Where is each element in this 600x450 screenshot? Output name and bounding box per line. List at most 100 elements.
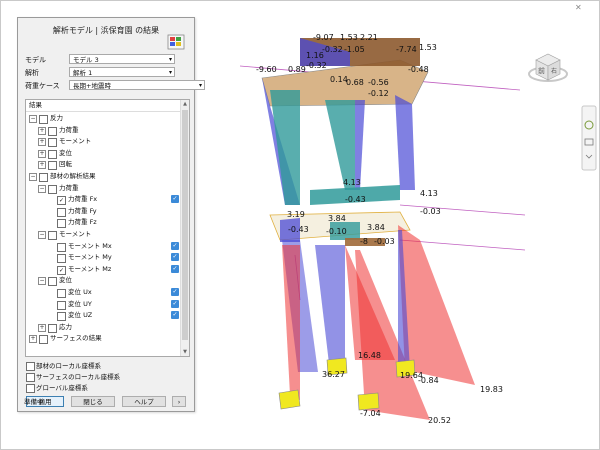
- tree-item[interactable]: − モーメント: [26, 229, 181, 240]
- checkbox[interactable]: [39, 115, 48, 124]
- display-toggle-icon[interactable]: ✓: [171, 264, 179, 273]
- analysis-select[interactable]: 解析 1 ▾: [69, 67, 175, 77]
- model-select[interactable]: モデル 3 ▾: [69, 54, 175, 64]
- checkbox[interactable]: [57, 300, 66, 310]
- checkbox[interactable]: [39, 335, 48, 345]
- tree-item-label: モーメント My: [68, 253, 112, 262]
- value-label: 0.89: [288, 65, 306, 74]
- expand-icon[interactable]: +: [29, 335, 37, 344]
- display-toggle-icon[interactable]: ✓: [171, 299, 179, 308]
- checkbox[interactable]: [57, 312, 66, 322]
- tree-item[interactable]: − 反力: [26, 113, 181, 124]
- display-toggle-icon[interactable]: ✓: [171, 253, 179, 262]
- tree-item[interactable]: − 部材の解析結果: [26, 171, 181, 182]
- value-label: -0.03: [420, 207, 441, 216]
- tree-item[interactable]: + 変位: [26, 148, 181, 159]
- expand-icon[interactable]: +: [38, 149, 46, 158]
- tree-item-label: 変位: [59, 148, 72, 157]
- tree-item[interactable]: 変位 UY ✓: [26, 299, 181, 310]
- value-label: -0.03: [374, 237, 395, 246]
- tree-item[interactable]: − 変位: [26, 275, 181, 287]
- expand-icon[interactable]: +: [38, 161, 46, 170]
- tree-item[interactable]: + 力荷重: [26, 125, 181, 136]
- tree-item-label: モーメント Mz: [68, 264, 112, 273]
- tree-item[interactable]: + 回転: [26, 159, 181, 171]
- scroll-down-icon[interactable]: ▼: [181, 348, 189, 356]
- more-button[interactable]: ›: [172, 396, 186, 407]
- checkbox[interactable]: [57, 242, 66, 252]
- value-label: -0.32: [306, 61, 327, 70]
- chevron-down-icon: ▾: [168, 69, 172, 76]
- tree-header: 結果: [26, 100, 184, 112]
- tree-item-label: 変位 UY: [68, 299, 92, 308]
- collapse-icon[interactable]: −: [38, 277, 46, 286]
- checkbox[interactable]: [39, 173, 48, 182]
- collapse-icon[interactable]: −: [29, 115, 37, 123]
- value-label: -0.32: [322, 45, 343, 54]
- checkbox[interactable]: [48, 231, 57, 240]
- checkbox[interactable]: [57, 254, 66, 264]
- checkbox[interactable]: [48, 161, 57, 171]
- checkbox[interactable]: [48, 323, 57, 333]
- results-settings-icon[interactable]: [166, 32, 188, 54]
- display-toggle-icon[interactable]: ✓: [171, 241, 179, 250]
- tree-item[interactable]: 変位 UZ ✓: [26, 310, 181, 322]
- checkbox[interactable]: ✓: [57, 265, 66, 275]
- tree-item-label: モーメント Mx: [68, 241, 112, 250]
- expand-icon[interactable]: +: [38, 323, 46, 332]
- tree-item-label: 変位: [59, 276, 72, 285]
- value-label: -0.12: [368, 89, 389, 98]
- results-tree[interactable]: 結果 − 反力 + 力荷重 + モーメント + 変位 + 回転 − 部材の解析結果 − 力荷重 ✓ 力荷重 F…: [25, 99, 190, 357]
- tree-scrollbar[interactable]: ▲ ▼: [180, 100, 189, 356]
- display-toggle-icon[interactable]: ✓: [171, 195, 179, 204]
- viewcube[interactable]: 前 右: [528, 48, 568, 88]
- checkbox[interactable]: [57, 289, 66, 298]
- collapse-icon[interactable]: −: [38, 231, 46, 239]
- tree-item[interactable]: モーメント My ✓: [26, 252, 181, 264]
- checkbox[interactable]: [48, 126, 57, 136]
- value-label: 1.53: [340, 33, 358, 42]
- value-label: -7.74: [396, 45, 417, 54]
- collapse-icon[interactable]: −: [38, 184, 46, 193]
- checkbox[interactable]: [57, 207, 66, 217]
- value-label: 3.84: [367, 223, 385, 232]
- value-label: -0.56: [368, 78, 389, 87]
- expand-icon[interactable]: +: [38, 138, 46, 147]
- checkbox[interactable]: ✓: [57, 196, 66, 206]
- tree-item[interactable]: − 力荷重: [26, 183, 181, 194]
- display-toggle-icon[interactable]: ✓: [171, 288, 179, 296]
- checkbox[interactable]: [48, 277, 57, 287]
- tree-item[interactable]: 力荷重 Fz: [26, 217, 181, 229]
- option-label: グローバル座標系: [36, 384, 88, 392]
- support-block: [357, 392, 380, 411]
- tree-item[interactable]: + サーフェスの結果: [26, 333, 181, 345]
- checkbox[interactable]: [48, 138, 57, 148]
- viewcube-right-label: 右: [551, 67, 557, 75]
- scroll-thumb[interactable]: [182, 110, 188, 340]
- scroll-up-icon[interactable]: ▲: [181, 100, 189, 108]
- expand-icon[interactable]: +: [38, 126, 46, 135]
- tree-item[interactable]: + 応力: [26, 322, 181, 333]
- tree-item[interactable]: ✓ モーメント Mz ✓: [26, 264, 181, 275]
- checkbox[interactable]: [26, 362, 35, 371]
- tree-item[interactable]: ✓ 力荷重 Fx ✓: [26, 194, 181, 206]
- tree-item[interactable]: + モーメント: [26, 136, 181, 148]
- close-button[interactable]: 閉じる: [71, 396, 115, 407]
- collapse-icon[interactable]: −: [29, 173, 37, 181]
- lower-column-moment: [315, 245, 345, 372]
- column-moment: [325, 100, 355, 190]
- checkbox[interactable]: [48, 149, 57, 159]
- navigation-bar[interactable]: [581, 105, 597, 171]
- column-moment: [355, 100, 365, 190]
- analysis-select-value: 解析 1: [73, 69, 93, 77]
- checkbox[interactable]: [26, 373, 35, 382]
- checkbox[interactable]: [26, 384, 35, 393]
- tree-item[interactable]: 変位 Ux ✓: [26, 287, 181, 298]
- checkbox[interactable]: [57, 219, 66, 229]
- loadcase-select[interactable]: 長期+地震時 ▾: [69, 80, 205, 90]
- tree-item[interactable]: モーメント Mx ✓: [26, 241, 181, 252]
- display-toggle-icon[interactable]: ✓: [171, 311, 179, 320]
- checkbox[interactable]: [48, 184, 57, 194]
- help-button[interactable]: ヘルプ: [122, 396, 166, 407]
- tree-item[interactable]: 力荷重 Fy: [26, 206, 181, 217]
